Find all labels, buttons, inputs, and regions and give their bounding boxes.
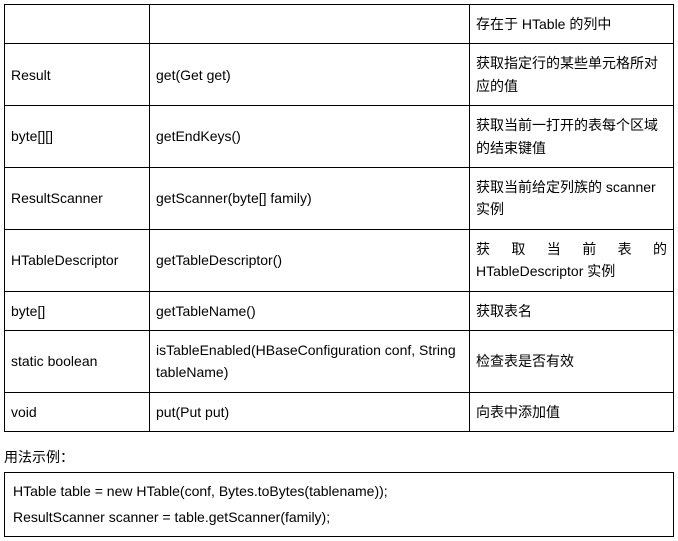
code-line: ResultScanner scanner = table.getScanner…: [13, 505, 665, 530]
cell-method: getTableDescriptor(): [150, 229, 470, 291]
cell-description: 检查表是否有效: [470, 330, 674, 392]
table-row: static booleanisTableEnabled(HBaseConfig…: [5, 330, 674, 392]
cell-description: 获取表名: [470, 291, 674, 330]
table-row: ResultScannergetScanner(byte[] family)获取…: [5, 167, 674, 229]
cell-description: 获取指定行的某些单元格所对应的值: [470, 44, 674, 106]
cell-method: put(Put put): [150, 392, 470, 431]
cell-return-type: static boolean: [5, 330, 150, 392]
cell-method: isTableEnabled(HBaseConfiguration conf, …: [150, 330, 470, 392]
cell-return-type: [5, 5, 150, 44]
cell-method: getEndKeys(): [150, 106, 470, 168]
cell-return-type: Result: [5, 44, 150, 106]
api-table: 存在于 HTable 的列中Resultget(Get get)获取指定行的某些…: [4, 4, 674, 432]
cell-method: [150, 5, 470, 44]
cell-description: 存在于 HTable 的列中: [470, 5, 674, 44]
cell-return-type: byte[][]: [5, 106, 150, 168]
table-row: 存在于 HTable 的列中: [5, 5, 674, 44]
example-label: 用法示例：: [4, 446, 674, 468]
cell-description: 获 取 当 前 表 的HTableDescriptor 实例: [470, 229, 674, 291]
table-row: Resultget(Get get)获取指定行的某些单元格所对应的值: [5, 44, 674, 106]
cell-return-type: HTableDescriptor: [5, 229, 150, 291]
cell-method: getTableName(): [150, 291, 470, 330]
cell-description: 向表中添加值: [470, 392, 674, 431]
cell-method: getScanner(byte[] family): [150, 167, 470, 229]
table-row: byte[]getTableName()获取表名: [5, 291, 674, 330]
table-row: HTableDescriptorgetTableDescriptor()获 取 …: [5, 229, 674, 291]
table-row: byte[][]getEndKeys()获取当前一打开的表每个区域的结束键值: [5, 106, 674, 168]
cell-method: get(Get get): [150, 44, 470, 106]
cell-return-type: ResultScanner: [5, 167, 150, 229]
table-row: voidput(Put put)向表中添加值: [5, 392, 674, 431]
code-example: HTable table = new HTable(conf, Bytes.to…: [4, 472, 674, 536]
cell-description: 获取当前一打开的表每个区域的结束键值: [470, 106, 674, 168]
cell-return-type: void: [5, 392, 150, 431]
cell-description: 获取当前给定列族的 scanner实例: [470, 167, 674, 229]
cell-return-type: byte[]: [5, 291, 150, 330]
code-line: HTable table = new HTable(conf, Bytes.to…: [13, 479, 665, 504]
